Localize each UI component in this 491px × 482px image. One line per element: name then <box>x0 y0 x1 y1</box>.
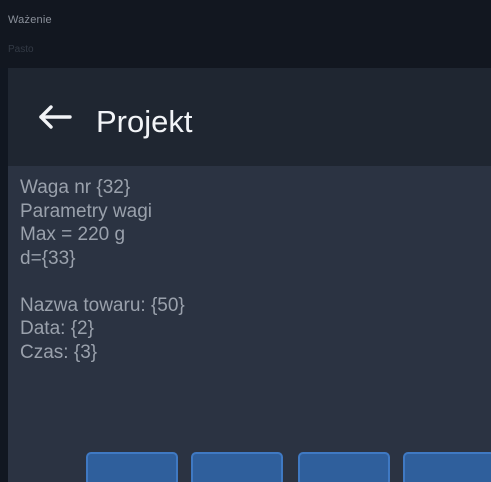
mode-title: Ważenie <box>8 14 52 26</box>
dialog-title: Projekt <box>96 104 193 139</box>
function-button-2[interactable] <box>191 452 283 482</box>
printout-content: Waga nr {32} Parametry wagi Max = 220 g … <box>20 176 480 364</box>
mode-subtitle: Pasto <box>8 44 34 55</box>
printout-preview-dialog: Projekt Waga nr {32} Parametry wagi Max … <box>8 68 491 482</box>
dialog-header: Projekt <box>8 68 491 166</box>
printout-line: Czas: {3} <box>20 341 98 363</box>
printout-line: Waga nr {32} <box>20 177 131 198</box>
printout-line: Max = 220 g <box>20 224 126 245</box>
function-button-4[interactable] <box>403 452 491 482</box>
top-bar: Ważenie Pasto <box>0 0 491 68</box>
scale-screen: Ważenie Pasto Projekt Waga nr {32} Param… <box>0 0 491 482</box>
printout-line: d={33} <box>20 247 76 269</box>
printout-line: Parametry wagi <box>20 200 152 222</box>
printout-line: Data: {2} <box>20 318 94 339</box>
function-button-3[interactable] <box>298 452 390 482</box>
function-button-1[interactable] <box>86 452 178 482</box>
printout-line-blank <box>20 270 480 294</box>
function-button-row <box>8 452 491 482</box>
arrow-left-icon[interactable] <box>38 105 72 129</box>
printout-line: Nazwa towaru: {50} <box>20 294 185 316</box>
